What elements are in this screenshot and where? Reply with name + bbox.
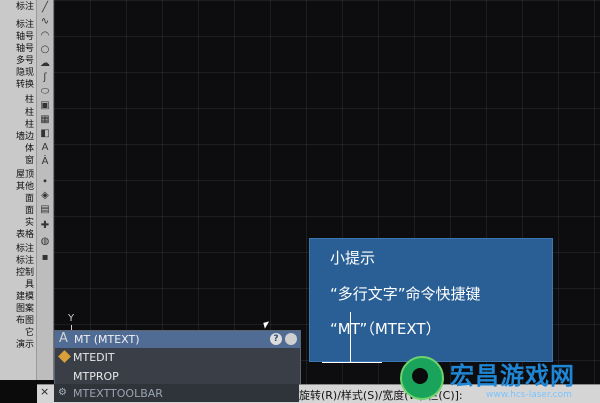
crosshair-horizontal <box>322 362 382 363</box>
palette-item[interactable]: 标注 <box>16 244 34 254</box>
gear-icon: ⚙ <box>58 387 67 398</box>
palette-item[interactable]: 控制 <box>16 268 34 278</box>
edit-icon <box>58 350 71 363</box>
autocomplete-item-mtedit[interactable]: MTEDIT <box>55 348 300 367</box>
palette-item[interactable]: 面 <box>25 194 34 204</box>
polyline-icon[interactable]: ∿ <box>39 16 51 28</box>
text-a-icon: A <box>59 331 68 346</box>
tip-line-2: “MT”（MTEXT） <box>330 320 441 338</box>
close-icon[interactable]: × <box>40 386 50 398</box>
palette-item[interactable]: 其他 <box>16 182 34 192</box>
palette-item[interactable]: 体 <box>25 144 34 154</box>
ucs-y-label: Y <box>68 313 75 324</box>
line-icon[interactable]: ╱ <box>39 2 51 14</box>
palette-item[interactable]: 实 <box>25 218 34 228</box>
autocomplete-item-mtext[interactable]: A MT (MTEXT) ? <box>55 331 300 348</box>
palette-item[interactable]: 轴号 <box>16 44 34 54</box>
palette-item[interactable]: 轴号 <box>16 32 34 42</box>
crosshair-vertical <box>350 312 351 362</box>
region-icon[interactable]: ◈ <box>39 190 51 202</box>
autocomplete-item-label: MTEXTTOOLBAR <box>73 387 163 400</box>
autocomplete-item-mtexttoolbar[interactable]: ⚙ MTEXTTOOLBAR <box>54 384 299 402</box>
palette-item[interactable]: 转换 <box>16 80 34 90</box>
palette-item[interactable]: 标注 <box>16 256 34 266</box>
watermark: 宏昌游戏网 www.hcs-laser.com <box>400 356 600 402</box>
watermark-logo-icon <box>400 356 444 400</box>
multiline-text-icon[interactable]: Ȧ <box>39 156 51 168</box>
tip-title: 小提示 <box>330 249 376 267</box>
autocomplete-item-label: MTEDIT <box>73 351 115 364</box>
palette-item[interactable]: 标注 <box>16 2 34 12</box>
palette-item[interactable]: 柱 <box>25 95 34 105</box>
gradient-icon[interactable]: ◧ <box>39 128 51 140</box>
command-autocomplete: A MT (MTEXT) ? MTEDIT MTPROP <box>54 330 301 387</box>
palette-item[interactable]: 屋顶 <box>16 170 34 180</box>
tool-more-icon[interactable]: ▪ <box>39 252 51 264</box>
draw-toolbar: ╱ ∿ ◠ ○ ☁ ʃ ⬭ ▣ ▦ ◧ A Ȧ ∙ ◈ ▤ ✚ ◍ ▪ <box>37 0 54 380</box>
palette-item[interactable]: 面 <box>25 206 34 216</box>
palette-item[interactable]: 柱 <box>25 108 34 118</box>
arc-icon[interactable]: ◠ <box>39 30 51 42</box>
autocomplete-item-label: MT (MTEXT) <box>74 333 140 346</box>
globe-icon[interactable] <box>285 333 297 345</box>
hatch-icon[interactable]: ▦ <box>39 114 51 126</box>
circle-icon[interactable]: ○ <box>39 44 51 56</box>
tip-line-1: “多行文字”命令快捷键 <box>330 285 481 303</box>
palette-item[interactable]: 它 <box>25 328 34 338</box>
tool-palette: 标注 标注 轴号 轴号 多号 隐现 转换 柱 柱 柱 墙边 体 窗 屋顶 其他 … <box>0 0 37 380</box>
text-a-icon[interactable]: A <box>39 142 51 154</box>
palette-item[interactable]: 建模 <box>16 292 34 302</box>
table-icon[interactable]: ▤ <box>39 204 51 216</box>
spline-icon[interactable]: ʃ <box>39 72 51 84</box>
palette-item[interactable]: 窗 <box>25 156 34 166</box>
add-selected-icon[interactable]: ✚ <box>39 220 51 232</box>
help-icon[interactable]: ? <box>270 333 282 345</box>
insert-block-icon[interactable]: ▣ <box>39 100 51 112</box>
palette-item[interactable]: 多号 <box>16 56 34 66</box>
palette-item[interactable]: 布图 <box>16 316 34 326</box>
tip-panel: 小提示 “多行文字”命令快捷键 “MT”（MTEXT） <box>309 238 553 362</box>
palette-item[interactable]: 柱 <box>25 120 34 130</box>
palette-item[interactable]: 表格 <box>16 230 34 240</box>
palette-item[interactable]: 标注 <box>16 20 34 30</box>
point-icon[interactable]: ∙ <box>39 176 51 188</box>
ellipse-icon[interactable]: ⬭ <box>39 86 51 98</box>
palette-item[interactable]: 墙边 <box>16 132 34 142</box>
palette-item[interactable]: 图案 <box>16 304 34 314</box>
palette-item[interactable]: 具 <box>25 280 34 290</box>
palette-item[interactable]: 演示 <box>16 340 34 350</box>
watermark-url: www.hcs-laser.com <box>486 390 572 400</box>
palette-item[interactable]: 隐现 <box>16 68 34 78</box>
cloud-icon[interactable]: ☁ <box>39 58 51 70</box>
autocomplete-item-label: MTPROP <box>73 370 119 383</box>
globe-icon[interactable]: ◍ <box>39 236 51 248</box>
watermark-text: 宏昌游戏网 <box>450 362 575 390</box>
